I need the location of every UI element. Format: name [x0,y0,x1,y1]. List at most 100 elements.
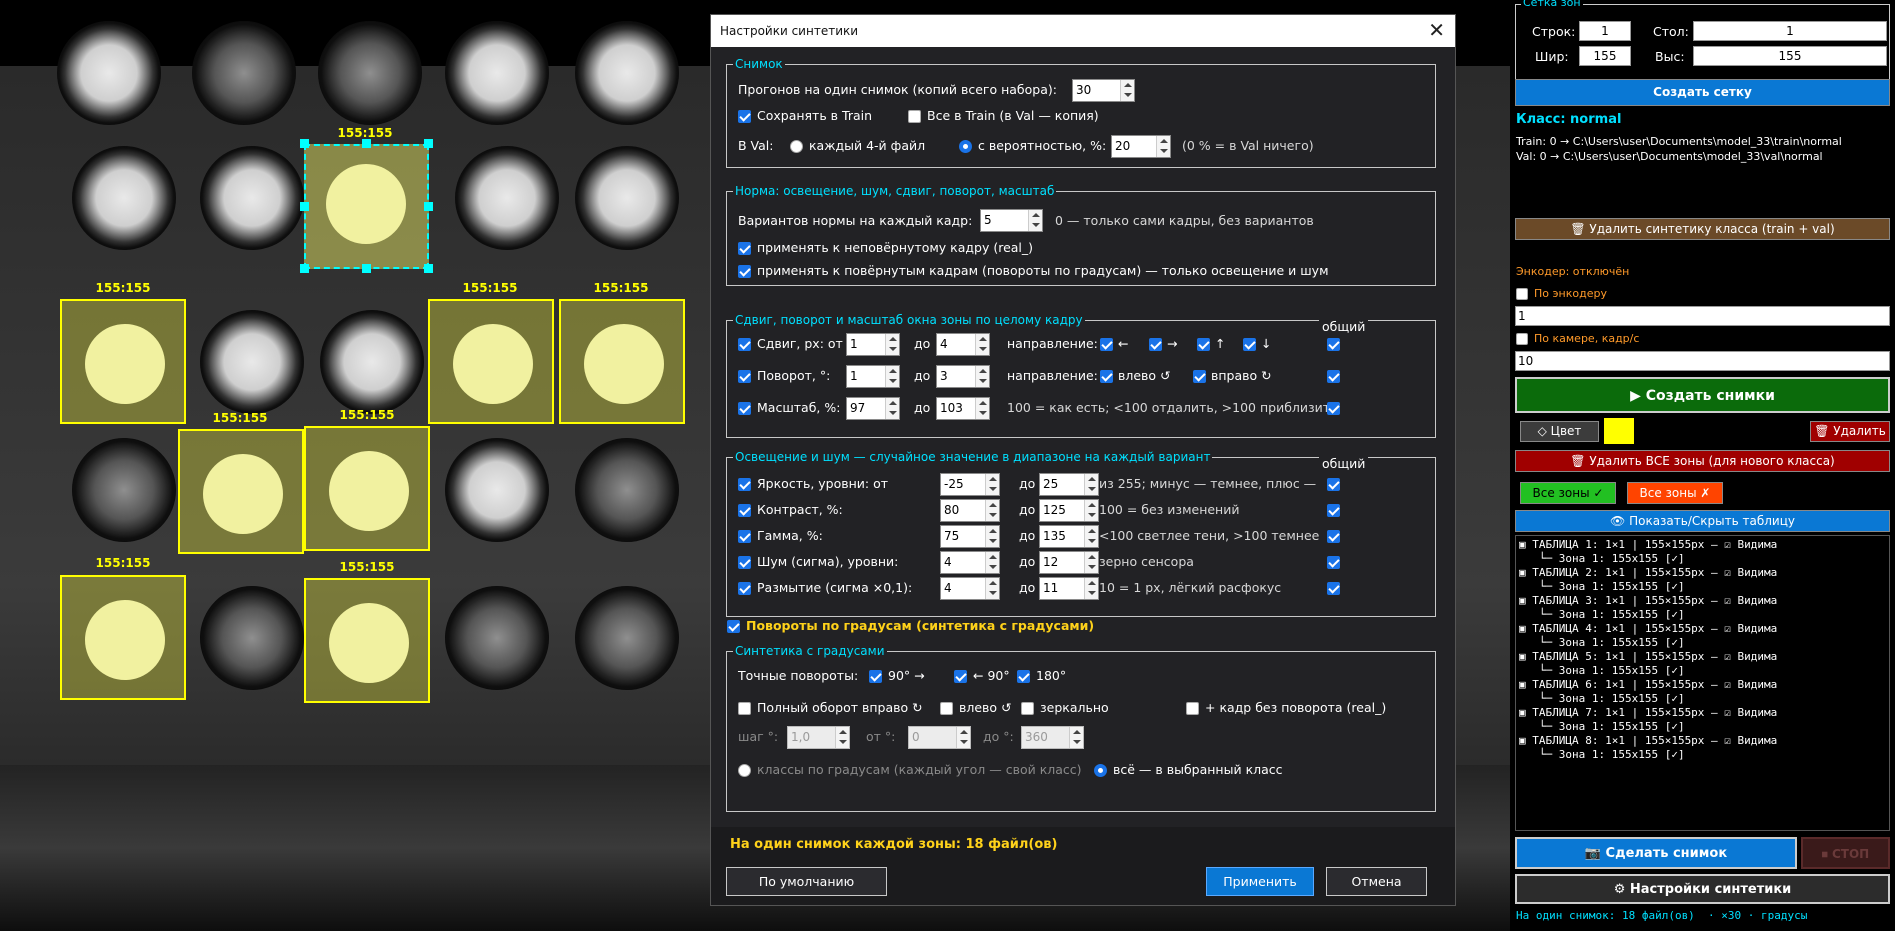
resize-handle[interactable] [362,139,371,148]
shift-common-checkbox[interactable] [1327,338,1340,351]
runs-spinbox[interactable]: 30 [1072,79,1135,102]
spin-arrows-icon[interactable] [985,526,999,547]
spin-arrows-icon[interactable] [1069,727,1083,748]
rotation-to-spinbox[interactable]: 3 [936,365,990,388]
brightness-checkbox[interactable] [738,478,751,491]
all-in-class-radio[interactable] [1094,764,1107,777]
width-input[interactable]: 155 [1579,46,1631,66]
all-zones-on-button[interactable]: Все зоны ✓ [1520,482,1616,504]
plus-real-checkbox[interactable] [1186,702,1199,715]
shift-checkbox[interactable] [738,338,751,351]
zone-row[interactable]: └─ Зона 1: 155x155 [✓] [1519,608,1886,622]
to-deg-spinbox[interactable]: 360 [1021,726,1084,749]
probability-radio[interactable] [959,140,972,153]
resize-handle[interactable] [424,202,433,211]
spin-arrows-icon[interactable] [1156,136,1170,157]
color-swatch[interactable] [1604,418,1634,444]
apply-button[interactable]: Применить [1206,867,1314,896]
spin-arrows-icon[interactable] [985,552,999,573]
full-right-checkbox[interactable] [738,702,751,715]
create-grid-button[interactable]: Создать сетку [1515,79,1890,106]
synth-settings-button[interactable]: ⚙ Настройки синтетики [1515,874,1890,904]
spin-arrows-icon[interactable] [1084,526,1098,547]
table-row[interactable]: ▣ ТАБЛИЦА 5: 1×1 | 155×155px — ☑ Видима [1519,650,1886,664]
zone[interactable] [304,578,430,703]
table-row[interactable]: ▣ ТАБЛИЦА 1: 1×1 | 155×155px — ☑ Видима [1519,538,1886,552]
rotation-from-spinbox[interactable]: 1 [846,365,900,388]
spin-arrows-icon[interactable] [1084,578,1098,599]
delete-synth-button[interactable]: 🗑 Удалить синтетику класса (train + val) [1515,218,1890,240]
cancel-button[interactable]: Отмена [1326,867,1427,896]
delete-all-zones-button[interactable]: 🗑 Удалить ВСЕ зоны (для нового класса) [1515,450,1890,472]
spin-arrows-icon[interactable] [885,398,899,419]
rotation-checkbox[interactable] [738,370,751,383]
spin-arrows-icon[interactable] [975,334,989,355]
zone-selected[interactable] [304,144,429,269]
step-spinbox[interactable]: 1,0 [787,726,850,749]
noise-to-spinbox[interactable]: 12 [1039,551,1099,574]
brightness-to-spinbox[interactable]: 25 [1039,473,1099,496]
dir-left-checkbox[interactable] [1100,338,1113,351]
table-row[interactable]: ▣ ТАБЛИЦА 8: 1×1 | 155×155px — ☑ Видима [1519,734,1886,748]
scale-common-checkbox[interactable] [1327,402,1340,415]
dir-right-checkbox[interactable] [1149,338,1162,351]
all-train-checkbox[interactable] [908,110,921,123]
spin-arrows-icon[interactable] [975,398,989,419]
blur-from-spinbox[interactable]: 4 [940,577,1000,600]
shift-to-spinbox[interactable]: 4 [936,333,990,356]
table-row[interactable]: ▣ ТАБЛИЦА 6: 1×1 | 155×155px — ☑ Видима [1519,678,1886,692]
resize-handle[interactable] [424,139,433,148]
rot-90ccw-checkbox[interactable] [954,670,967,683]
blur-checkbox[interactable] [738,582,751,595]
stop-button[interactable]: ⏹ СТОП [1801,837,1890,869]
contrast-to-spinbox[interactable]: 125 [1039,499,1099,522]
spin-arrows-icon[interactable] [885,366,899,387]
encoder-input[interactable]: 1 [1515,306,1890,326]
gamma-to-spinbox[interactable]: 135 [1039,525,1099,548]
contrast-common-checkbox[interactable] [1327,504,1340,517]
gamma-common-checkbox[interactable] [1327,530,1340,543]
zone[interactable] [428,299,554,424]
scale-from-spinbox[interactable]: 97 [846,397,900,420]
zone-row[interactable]: └─ Зона 1: 155x155 [✓] [1519,580,1886,594]
spin-arrows-icon[interactable] [985,500,999,521]
zone-row[interactable]: └─ Зона 1: 155x155 [✓] [1519,664,1886,678]
table-row[interactable]: ▣ ТАБЛИЦА 7: 1×1 | 155×155px — ☑ Видима [1519,706,1886,720]
close-icon[interactable]: ✕ [1428,15,1445,45]
scale-to-spinbox[interactable]: 103 [936,397,990,420]
create-shots-button[interactable]: ▶ Создать снимки [1515,377,1890,413]
table-row[interactable]: ▣ ТАБЛИЦА 3: 1×1 | 155×155px — ☑ Видима [1519,594,1886,608]
resize-handle[interactable] [300,139,309,148]
by-encoder-checkbox[interactable] [1516,288,1528,300]
contrast-from-spinbox[interactable]: 80 [940,499,1000,522]
rot-left-checkbox[interactable] [1100,370,1113,383]
table-row[interactable]: ▣ ТАБЛИЦА 2: 1×1 | 155×155px — ☑ Видима [1519,566,1886,580]
table-row[interactable]: ▣ ТАБЛИЦА 4: 1×1 | 155×155px — ☑ Видима [1519,622,1886,636]
spin-arrows-icon[interactable] [1084,474,1098,495]
zone[interactable] [304,426,430,551]
zone[interactable] [178,429,304,554]
brightness-common-checkbox[interactable] [1327,478,1340,491]
noise-checkbox[interactable] [738,556,751,569]
rows-input[interactable]: 1 [1579,21,1631,41]
cols-input[interactable]: 1 [1693,21,1887,41]
variants-spinbox[interactable]: 5 [980,209,1043,232]
height-input[interactable]: 155 [1693,46,1887,66]
apply-unrotated-checkbox[interactable] [738,242,751,255]
spin-arrows-icon[interactable] [1084,552,1098,573]
tables-list[interactable]: ▣ ТАБЛИЦА 1: 1×1 | 155×155px — ☑ Видима … [1515,535,1890,831]
default-button[interactable]: По умолчанию [726,867,887,896]
zone-row[interactable]: └─ Зона 1: 155x155 [✓] [1519,748,1886,762]
scale-checkbox[interactable] [738,402,751,415]
toggle-table-button[interactable]: 👁 Показать/Скрыть таблицу [1515,510,1890,532]
rot-right-checkbox[interactable] [1193,370,1206,383]
resize-handle[interactable] [300,202,309,211]
all-zones-off-button[interactable]: Все зоны ✗ [1627,482,1723,504]
rotations-toggle-checkbox[interactable] [727,620,740,633]
rotation-common-checkbox[interactable] [1327,370,1340,383]
apply-rotated-checkbox[interactable] [738,265,751,278]
zone-row[interactable]: └─ Зона 1: 155x155 [✓] [1519,692,1886,706]
take-shot-button[interactable]: 📷 Сделать снимок [1515,837,1797,869]
spin-arrows-icon[interactable] [1120,80,1134,101]
zone[interactable] [60,575,186,700]
